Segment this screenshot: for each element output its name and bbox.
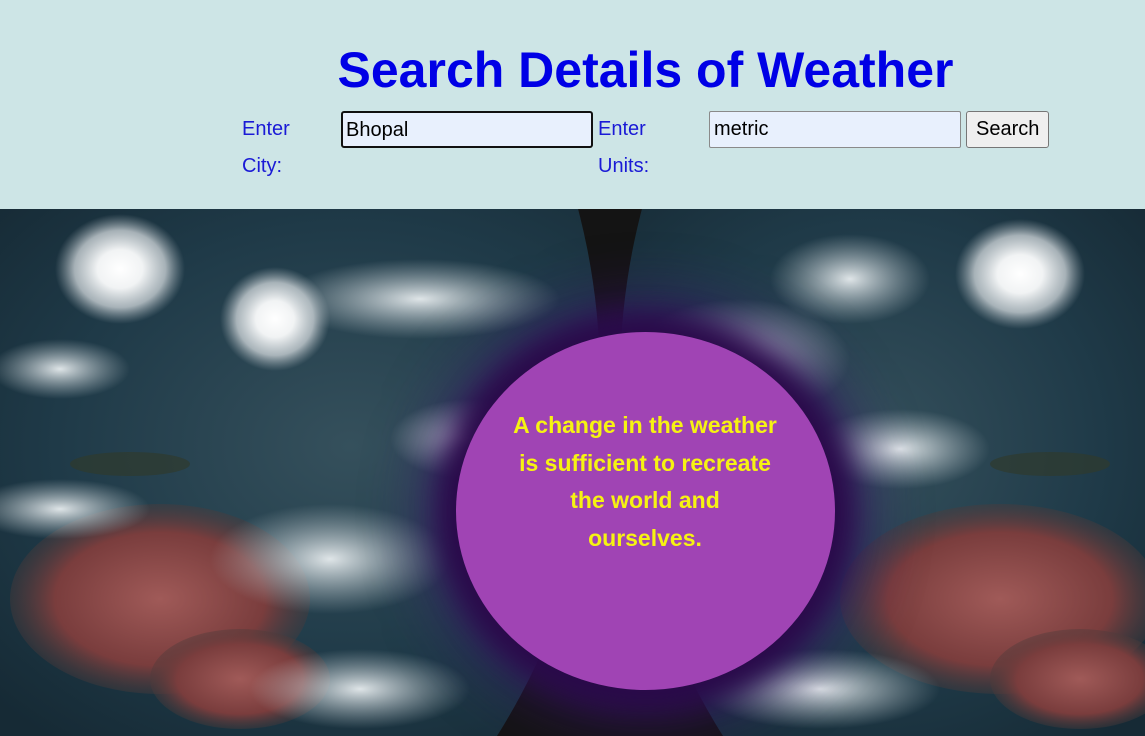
units-input[interactable]: metric	[709, 111, 961, 148]
city-label: Enter City:	[242, 118, 290, 177]
units-label: Enter Units:	[598, 118, 650, 177]
city-input[interactable]: Bhopal	[341, 111, 593, 148]
page-title: Search Details of Weather	[337, 42, 954, 98]
weather-quote: A change in the weather is sufficient to…	[513, 412, 777, 551]
header: Search Details of Weather Enter City: Bh…	[0, 0, 1145, 209]
search-button[interactable]: Search	[966, 111, 1050, 148]
